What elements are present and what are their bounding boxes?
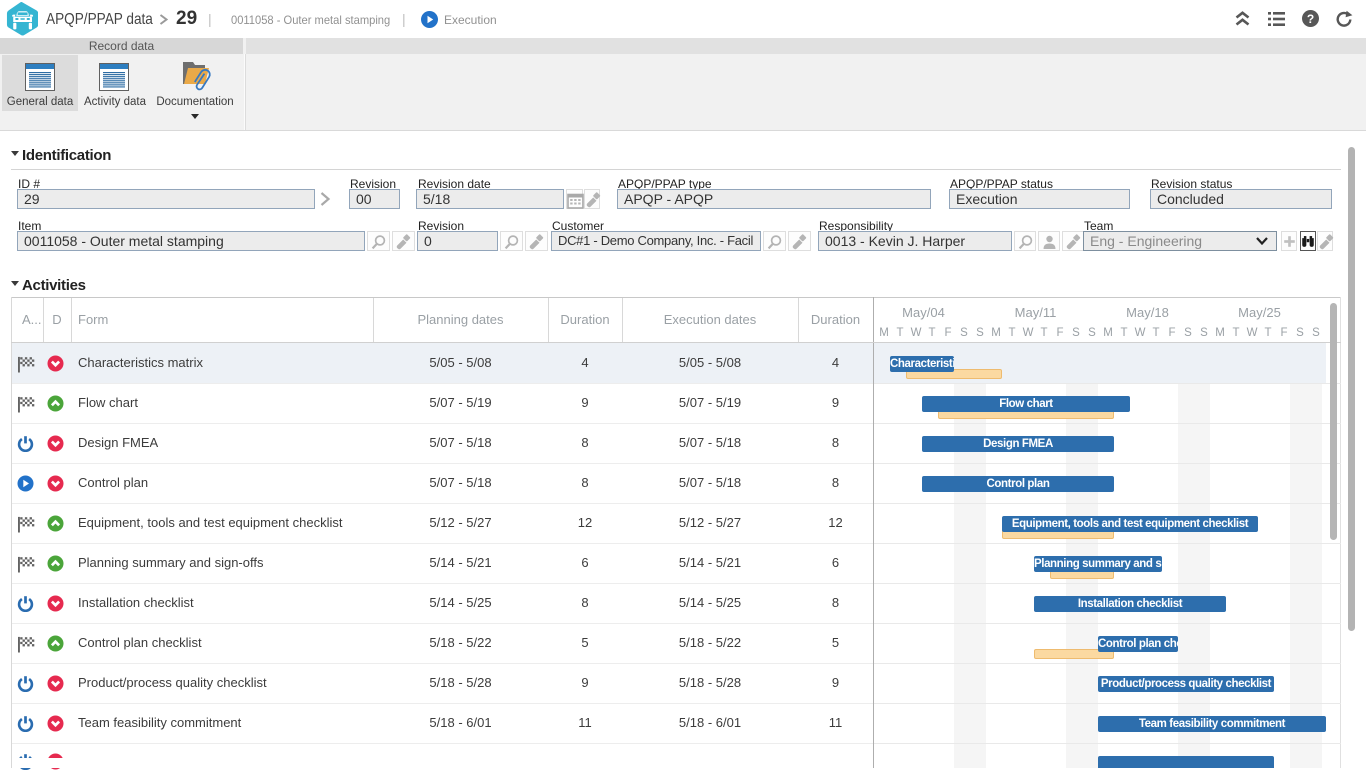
svg-text:?: ? bbox=[1307, 12, 1314, 26]
